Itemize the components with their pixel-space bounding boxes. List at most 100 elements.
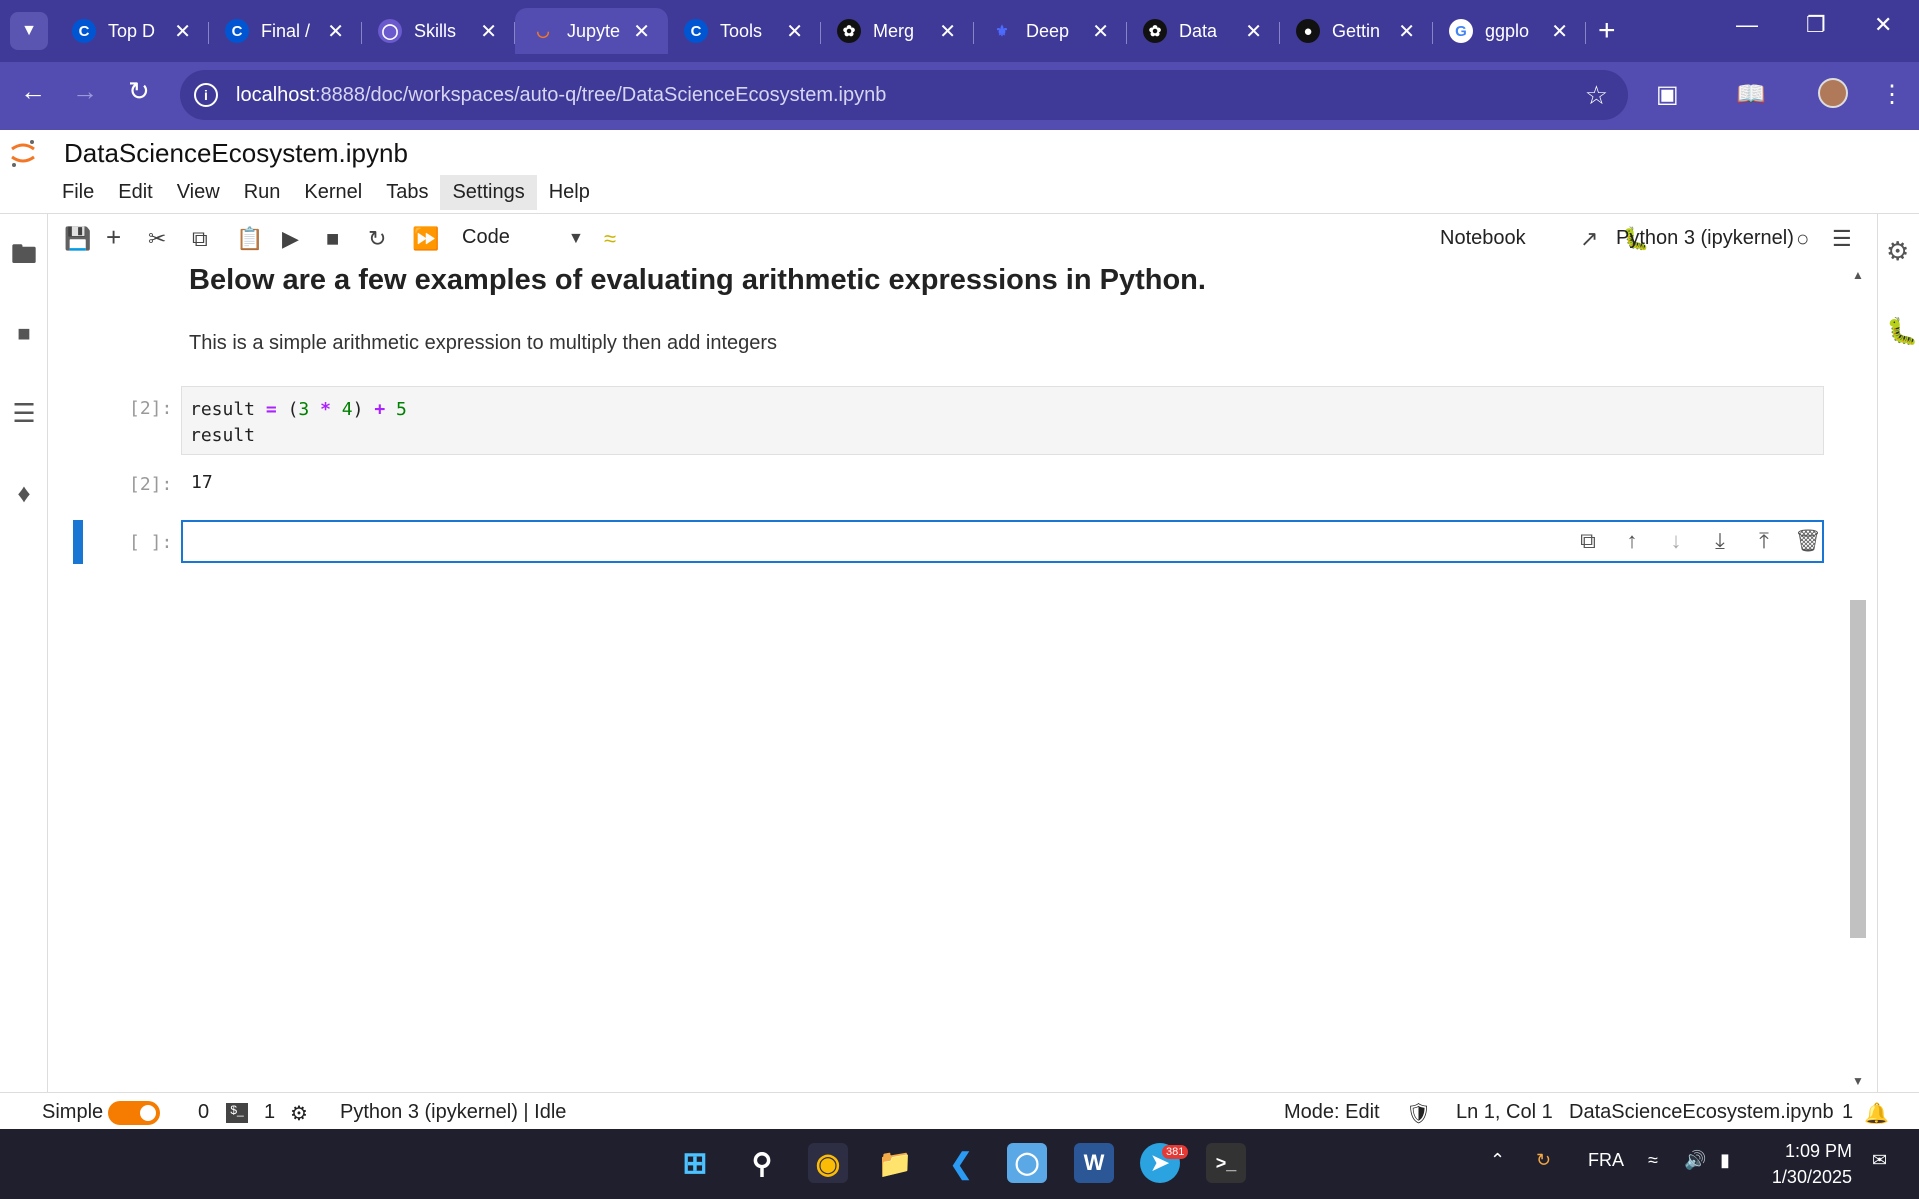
forward-button[interactable]: → <box>72 76 98 107</box>
windows-start-icon[interactable]: ⊞ <box>675 1143 715 1183</box>
extensions-puzzle-icon[interactable]: ♦ <box>8 478 40 510</box>
battery-icon[interactable]: ▮ <box>1720 1150 1730 1171</box>
browser-tab[interactable]: C Top D ✕ <box>56 8 209 54</box>
menu-item-edit[interactable]: Edit <box>106 175 164 210</box>
menu-item-kernel[interactable]: Kernel <box>292 175 374 210</box>
close-icon[interactable]: ✕ <box>786 19 803 44</box>
close-icon[interactable]: ✕ <box>1245 19 1262 44</box>
save-icon[interactable]: 💾 <box>64 226 91 252</box>
close-icon[interactable]: ✕ <box>174 19 191 44</box>
close-icon[interactable]: ✕ <box>633 19 650 44</box>
language-indicator[interactable]: FRA <box>1588 1150 1624 1171</box>
search-icon[interactable]: ⚲ <box>742 1143 782 1183</box>
duplicate-cell-icon[interactable]: ⧉ <box>1566 528 1610 554</box>
move-up-icon[interactable]: ↑ <box>1610 528 1654 554</box>
browser-menu-icon[interactable]: ⋮ <box>1880 80 1904 109</box>
cut-icon[interactable]: ✂ <box>148 226 166 252</box>
browser-tab[interactable]: C Final / ✕ <box>209 8 362 54</box>
run-icon[interactable]: ▶ <box>282 226 299 252</box>
chevron-down-icon[interactable]: ▼ <box>568 230 584 248</box>
sync-icon[interactable]: ↻ <box>1536 1150 1551 1171</box>
insert-cell-icon[interactable]: + <box>106 222 121 253</box>
editor-mode[interactable]: Mode: Edit <box>1284 1101 1380 1124</box>
browser-tab[interactable]: ◯ Skills ✕ <box>362 8 515 54</box>
external-link-icon[interactable]: ↗ <box>1580 226 1598 252</box>
chevron-up-icon[interactable]: ⌃ <box>1490 1150 1505 1171</box>
browser-tab[interactable]: C Tools ✕ <box>668 8 821 54</box>
bell-icon[interactable]: 🔔 <box>1864 1101 1889 1126</box>
menu-item-view[interactable]: View <box>165 175 232 210</box>
app-icon[interactable]: ◯ <box>1007 1143 1047 1183</box>
notebook-title[interactable]: DataScienceEcosystem.ipynb <box>64 138 408 169</box>
volume-icon[interactable]: 🔊 <box>1684 1150 1706 1171</box>
close-icon[interactable]: ✕ <box>1551 19 1568 44</box>
vscode-icon[interactable]: ❮ <box>941 1143 981 1183</box>
insert-below-icon[interactable]: ⤒ <box>1742 528 1786 554</box>
kernel-status[interactable]: Python 3 (ipykernel) | Idle <box>340 1101 566 1124</box>
notification-center-icon[interactable]: ✉ <box>1872 1150 1887 1171</box>
tab-search-button[interactable]: ▼ <box>10 12 48 50</box>
chrome-icon[interactable]: ◉ <box>808 1143 848 1183</box>
jupytext-icon[interactable]: ≈ <box>604 226 616 252</box>
close-window-button[interactable]: ✕ <box>1874 12 1892 38</box>
menu-item-file[interactable]: File <box>50 175 106 210</box>
hamburger-menu-icon[interactable]: ☰ <box>1832 226 1852 252</box>
close-icon[interactable]: ✕ <box>939 19 956 44</box>
notebook-button[interactable]: Notebook <box>1440 227 1526 250</box>
debugger-icon[interactable]: 🐛 <box>1886 316 1918 347</box>
cursor-position[interactable]: Ln 1, Col 1 <box>1456 1101 1553 1124</box>
kernel-name-button[interactable]: Python 3 (ipykernel) <box>1616 227 1794 250</box>
clock-time[interactable]: 1:09 PM <box>1772 1141 1852 1162</box>
clock-date[interactable]: 1/30/2025 <box>1758 1167 1852 1188</box>
bookmark-star-icon[interactable]: ☆ <box>1585 80 1608 111</box>
table-of-contents-icon[interactable]: ☰ <box>8 398 40 430</box>
address-bar[interactable]: i localhost:8888/doc/workspaces/auto-q/t… <box>180 70 1628 120</box>
browser-tab[interactable]: ◡ Jupyte ✕ <box>515 8 668 54</box>
back-button[interactable]: ← <box>20 76 46 107</box>
cell-type-select[interactable]: Code <box>462 226 510 249</box>
close-icon[interactable]: ✕ <box>1092 19 1109 44</box>
menu-item-tabs[interactable]: Tabs <box>374 175 440 210</box>
kernels-count[interactable]: 1 <box>264 1101 275 1124</box>
close-icon[interactable]: ✕ <box>1398 19 1415 44</box>
new-tab-button[interactable]: + <box>1598 14 1616 48</box>
code-cell-editor[interactable]: result = (3 * 4) + 5 result <box>181 386 1824 455</box>
word-icon[interactable]: W <box>1074 1143 1114 1183</box>
terminal-app-icon[interactable]: >_ <box>1206 1143 1246 1183</box>
reload-button[interactable]: ↻ <box>128 76 150 107</box>
stop-icon[interactable]: ■ <box>326 226 339 252</box>
scroll-down-icon[interactable]: ▼ <box>1852 1074 1864 1088</box>
scrollbar-thumb[interactable] <box>1850 600 1866 938</box>
file-explorer-icon[interactable]: 📁 <box>875 1143 915 1183</box>
browser-tab[interactable]: ✿ Merg ✕ <box>821 8 974 54</box>
wifi-icon[interactable]: ≈ <box>1648 1150 1658 1171</box>
folder-icon[interactable]: 🖿 <box>8 236 40 269</box>
restore-button[interactable]: ❐ <box>1806 12 1826 38</box>
delete-cell-icon[interactable]: 🗑 <box>1786 528 1830 554</box>
browser-tab[interactable]: ⚜ Deep ✕ <box>974 8 1127 54</box>
menu-item-settings[interactable]: Settings <box>440 175 537 210</box>
minimize-button[interactable]: — <box>1736 12 1758 38</box>
paste-icon[interactable]: 📋 <box>236 226 263 252</box>
insert-above-icon[interactable]: ⤓ <box>1698 528 1742 554</box>
terminals-count[interactable]: 0 <box>198 1101 209 1124</box>
running-sessions-icon[interactable]: ⏹ <box>8 318 40 350</box>
close-icon[interactable]: ✕ <box>480 19 497 44</box>
move-down-icon[interactable]: ↓ <box>1654 528 1698 554</box>
menu-item-run[interactable]: Run <box>232 175 293 210</box>
close-icon[interactable]: ✕ <box>327 19 344 44</box>
browser-tab[interactable]: ✿ Data ✕ <box>1127 8 1280 54</box>
menu-item-help[interactable]: Help <box>537 175 602 210</box>
browser-tab[interactable]: Gggplo ✕ <box>1433 8 1586 54</box>
simple-mode-toggle[interactable] <box>108 1101 160 1125</box>
run-all-icon[interactable]: ⏩ <box>412 226 439 252</box>
copy-icon[interactable]: ⧉ <box>192 226 208 252</box>
avatar[interactable] <box>1818 78 1848 108</box>
extensions-icon[interactable]: ▣ <box>1656 80 1679 109</box>
site-info-icon[interactable]: i <box>194 83 218 107</box>
reading-mode-icon[interactable]: 📖 <box>1736 80 1766 109</box>
restart-icon[interactable]: ↻ <box>368 226 386 252</box>
property-inspector-icon[interactable]: ⚙ <box>1886 236 1909 267</box>
scroll-up-icon[interactable]: ▲ <box>1852 268 1864 282</box>
browser-tab[interactable]: ● Gettin ✕ <box>1280 8 1433 54</box>
